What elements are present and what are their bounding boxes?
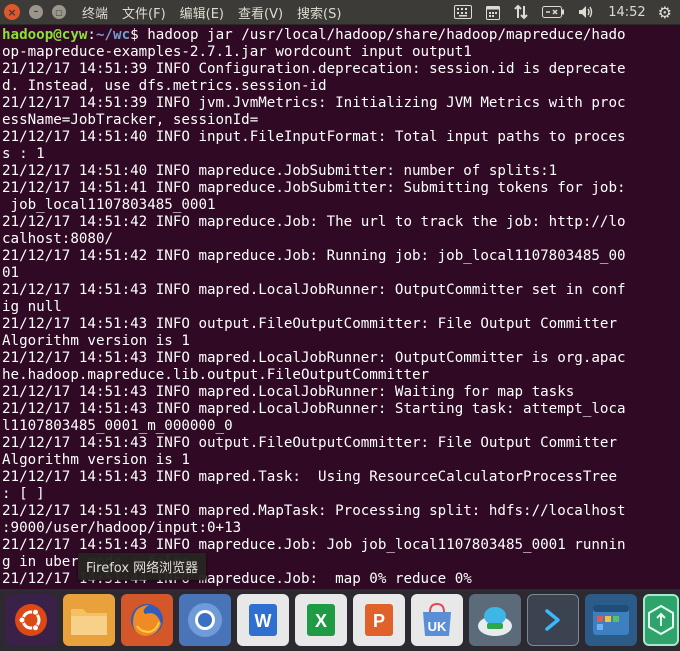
prompt-line: hadoop@cyw:~/wc$ hadoop jar /usr/local/h… — [2, 27, 680, 44]
log-line: :9000/user/hadoop/input:0+13 — [2, 520, 242, 536]
log-line: s : 1 — [2, 146, 45, 162]
log-line: 21/12/17 14:51:43 INFO mapred.LocalJobRu… — [2, 282, 626, 298]
launcher-software-center-button[interactable] — [469, 594, 521, 646]
launcher-app-button[interactable] — [643, 594, 679, 646]
chromium-icon — [188, 603, 222, 637]
log-line: Algorithm version is 1 — [2, 452, 190, 468]
log-line: 21/12/17 14:51:41 INFO mapreduce.JobSubm… — [2, 180, 626, 196]
log-line: 21/12/17 14:51:43 INFO output.FileOutput… — [2, 435, 617, 451]
launcher-dock: W X P UK — [0, 589, 680, 651]
close-window-button[interactable]: × — [4, 4, 20, 20]
log-line: ig null — [2, 299, 62, 315]
terminal-output[interactable]: hadoop@cyw:~/wc$ hadoop jar /usr/local/h… — [2, 27, 680, 587]
log-line: d. Instead, use dfs.metrics.session-id — [2, 78, 327, 94]
software-center-icon — [478, 607, 512, 636]
svg-text:P: P — [373, 611, 385, 631]
command-text: hadoop jar /usr/local/hadoop/share/hadoo… — [147, 27, 626, 43]
menu-edit[interactable]: 编辑(E) — [180, 3, 224, 22]
launcher-files-button[interactable] — [63, 594, 115, 646]
launcher-dash-button[interactable] — [5, 594, 57, 646]
ubuntu-kylin-icon: UK — [423, 602, 451, 636]
log-line: 01 — [2, 265, 20, 281]
svg-text:UK: UK — [428, 619, 447, 634]
clock[interactable]: 14:52 — [608, 5, 645, 20]
launcher-firefox-button[interactable] — [121, 594, 173, 646]
launcher-terminal-button[interactable] — [527, 594, 579, 646]
calendar-icon[interactable] — [486, 5, 501, 20]
log-line: 21/12/17 14:51:43 INFO output.FileOutput… — [2, 316, 617, 332]
launcher-workspace-button[interactable] — [585, 594, 637, 646]
menu-file[interactable]: 文件(F) — [122, 3, 166, 22]
log-line: 21/12/17 14:51:40 INFO mapreduce.JobSubm… — [2, 163, 558, 179]
command-continuation: op-mapreduce-examples-2.7.1.jar wordcoun… — [2, 44, 472, 60]
wps-writer-icon: W — [249, 604, 277, 636]
log-line: calhost:8080/ — [2, 231, 114, 247]
log-output: 21/12/17 14:51:39 INFO Configuration.dep… — [2, 61, 680, 587]
battery-icon[interactable] — [542, 6, 565, 18]
keyboard-indicator-icon[interactable] — [454, 5, 473, 19]
menu-view[interactable]: 查看(V) — [238, 3, 283, 22]
launcher-chromium-button[interactable] — [179, 594, 231, 646]
prompt-user: hadoop@cyw — [2, 27, 88, 43]
prompt-symbol: $ — [130, 27, 148, 43]
log-line: 21/12/17 14:51:40 INFO input.FileInputFo… — [2, 129, 626, 145]
app-icon — [648, 604, 674, 636]
log-line: 21/12/17 14:51:43 INFO mapred.LocalJobRu… — [2, 350, 626, 366]
log-line: 21/12/17 14:51:42 INFO mapreduce.Job: Ru… — [2, 248, 626, 264]
launcher-wps-presentation-button[interactable]: P — [353, 594, 405, 646]
app-title: 终端 — [82, 6, 109, 22]
log-line: 21/12/17 14:51:39 INFO Configuration.dep… — [2, 61, 626, 77]
workspace-switcher-icon — [593, 605, 629, 635]
wps-spreadsheet-icon: X — [307, 604, 335, 636]
launcher-ubuntu-kylin-button[interactable]: UK — [411, 594, 463, 646]
wps-presentation-icon: P — [365, 604, 393, 636]
menu-search[interactable]: 搜索(S) — [297, 3, 341, 22]
log-line: : [ ] — [2, 486, 45, 502]
log-line: 21/12/17 14:51:43 INFO mapred.Task: Usin… — [2, 469, 617, 485]
ubuntu-logo-icon — [15, 604, 47, 636]
log-line: job_local1107803485_0001 — [2, 197, 216, 213]
svg-text:W: W — [255, 611, 272, 631]
minimize-window-button[interactable]: – — [29, 5, 43, 19]
log-line: 21/12/17 14:51:42 INFO mapreduce.Job: Th… — [2, 214, 626, 230]
log-line: 21/12/17 14:51:43 INFO mapred.MapTask: P… — [2, 503, 626, 519]
volume-icon[interactable] — [578, 5, 594, 19]
launcher-wps-spreadsheet-button[interactable]: X — [295, 594, 347, 646]
network-transfer-icon[interactable] — [514, 4, 528, 20]
close-icon: × — [7, 5, 17, 19]
log-line: 21/12/17 14:51:43 INFO mapreduce.Job: Jo… — [2, 537, 626, 553]
terminal-icon — [545, 609, 560, 631]
svg-text:X: X — [315, 611, 327, 631]
log-line: Algorithm version is 1 — [2, 333, 190, 349]
maximize-window-button[interactable]: ▢ — [52, 5, 66, 19]
maximize-icon: ▢ — [55, 7, 63, 17]
log-line: he.hadoop.mapreduce.lib.output.FileOutpu… — [2, 367, 430, 383]
log-line: 21/12/17 14:51:39 INFO jvm.JvmMetrics: I… — [2, 95, 626, 111]
log-line: 21/12/17 14:51:43 INFO mapred.LocalJobRu… — [2, 401, 626, 417]
top-panel: × – ▢ 终端 文件(F) 编辑(E) 查看(V) 搜索(S) 14:52 ⚙ — [0, 0, 680, 25]
prompt-path: ~/wc — [95, 27, 131, 43]
folder-icon — [71, 609, 107, 635]
launcher-wps-writer-button[interactable]: W — [237, 594, 289, 646]
firefox-icon — [131, 604, 163, 636]
log-line: 21/12/17 14:51:43 INFO mapred.LocalJobRu… — [2, 384, 575, 400]
system-tray: 14:52 ⚙ — [454, 0, 680, 24]
launcher-tooltip: Firefox 网络浏览器 — [78, 553, 207, 580]
prompt-separator: : — [87, 27, 96, 43]
gear-icon[interactable]: ⚙ — [658, 3, 672, 22]
log-line: essName=JobTracker, sessionId= — [2, 112, 259, 128]
minimize-icon: – — [33, 7, 39, 17]
log-line: l1107803485_0001_m_000000_0 — [2, 418, 233, 434]
